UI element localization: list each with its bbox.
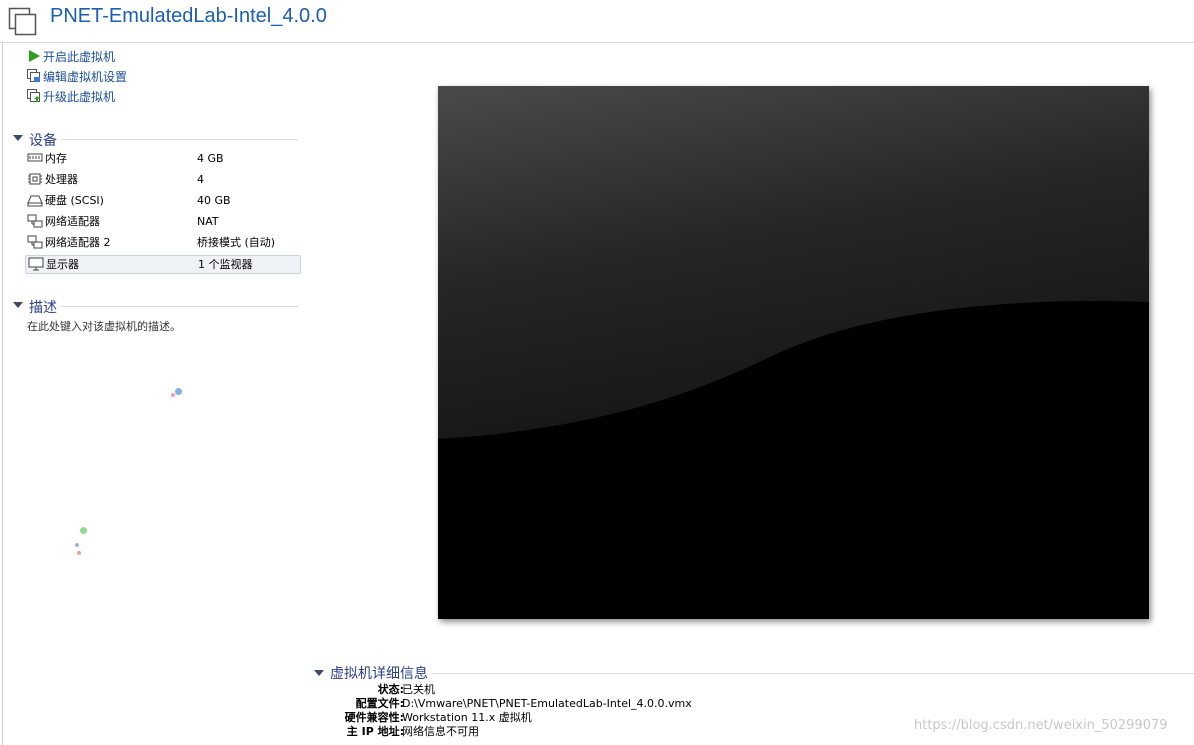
device-row-memory[interactable]: 内存 4 GB: [25, 149, 299, 168]
virtual-machine-icon: [8, 7, 37, 36]
device-value: 4 GB: [197, 152, 224, 165]
device-row-network-adapter[interactable]: 网络适配器 NAT: [25, 212, 299, 231]
device-row-display[interactable]: 显示器 1 个监视器: [25, 255, 301, 274]
upgrade-icon: [27, 89, 40, 102]
description-title: 描述: [29, 297, 61, 317]
collapse-triangle-icon: [314, 670, 324, 676]
collapse-triangle-icon: [13, 302, 23, 308]
detail-value: Workstation 11.x 虚拟机: [402, 711, 532, 724]
divider: [29, 306, 298, 307]
detail-key: 状态:: [377, 683, 404, 696]
detail-value: D:\Vmware\PNET\PNET-EmulatedLab-Intel_4.…: [402, 697, 692, 710]
hard-disk-icon: [27, 195, 43, 207]
display-icon: [28, 257, 44, 271]
artifact-dot: [80, 527, 87, 534]
vm-title: PNET-EmulatedLab-Intel_4.0.0: [50, 5, 327, 27]
devices-section-header[interactable]: 设备: [13, 130, 298, 150]
device-value: 桥接模式 (自动): [197, 236, 276, 249]
divider: [29, 139, 298, 140]
device-name: 内存: [45, 152, 67, 165]
network-adapter-icon: [27, 214, 43, 228]
play-icon: [29, 50, 40, 62]
left-panel: 开启此虚拟机 编辑虚拟机设置 升级此虚拟机 设备 内存 4 GB 处理器 4 硬…: [2, 43, 305, 745]
upgrade-action[interactable]: 升级此虚拟机: [27, 88, 115, 106]
vm-screen-thumbnail[interactable]: [438, 86, 1149, 619]
edit-settings-label: 编辑虚拟机设置: [43, 70, 128, 84]
detail-key: 硬件兼容性:: [344, 711, 404, 724]
device-name: 显示器: [46, 258, 79, 271]
right-panel: 虚拟机详细信息 状态: 已关机 配置文件: D:\Vmware\PNET\PNE…: [304, 43, 1194, 745]
device-row-hard-disk[interactable]: 硬盘 (SCSI) 40 GB: [25, 191, 299, 210]
device-row-processor[interactable]: 处理器 4: [25, 170, 299, 189]
upgrade-label: 升级此虚拟机: [43, 90, 116, 104]
power-on-label: 开启此虚拟机: [43, 50, 116, 64]
network-adapter-icon: [27, 235, 43, 249]
detail-value: 网络信息不可用: [402, 725, 479, 738]
device-name: 网络适配器: [45, 215, 100, 228]
cpu-icon: [28, 173, 42, 185]
device-value: NAT: [197, 215, 219, 228]
devices-title: 设备: [29, 130, 61, 150]
vm-screen-graphic: [438, 86, 1149, 619]
vm-details-title: 虚拟机详细信息: [330, 663, 432, 683]
collapse-triangle-icon: [13, 135, 23, 141]
memory-icon: [27, 153, 43, 162]
description-section-header[interactable]: 描述: [13, 297, 298, 317]
artifact-dot: [77, 551, 81, 555]
artifact-dot: [171, 393, 175, 397]
power-on-action[interactable]: 开启此虚拟机: [27, 48, 115, 66]
divider: [330, 673, 1194, 674]
device-value: 4: [197, 173, 204, 186]
detail-row-config-file: 配置文件: D:\Vmware\PNET\PNET-EmulatedLab-In…: [304, 697, 1184, 711]
description-field[interactable]: 在此处键入对该虚拟机的描述。: [27, 318, 181, 334]
device-name: 处理器: [45, 173, 78, 186]
detail-row-status: 状态: 已关机: [304, 683, 1184, 697]
watermark: https://blog.csdn.net/weixin_50299079: [914, 718, 1168, 733]
detail-key: 主 IP 地址:: [346, 725, 404, 738]
device-value: 1 个监视器: [198, 258, 253, 271]
vm-summary-page: PNET-EmulatedLab-Intel_4.0.0 开启此虚拟机 编辑虚拟…: [0, 0, 1194, 745]
edit-settings-icon: [27, 69, 40, 82]
device-name: 硬盘 (SCSI): [45, 194, 104, 207]
device-value: 40 GB: [197, 194, 231, 207]
edit-settings-action[interactable]: 编辑虚拟机设置: [27, 68, 127, 86]
artifact-dot: [175, 388, 182, 395]
detail-key: 配置文件:: [355, 697, 404, 710]
device-name: 网络适配器 2: [45, 236, 111, 249]
detail-value: 已关机: [402, 683, 435, 696]
device-row-network-adapter-2[interactable]: 网络适配器 2 桥接模式 (自动): [25, 233, 299, 252]
artifact-dot: [75, 543, 79, 547]
header: PNET-EmulatedLab-Intel_4.0.0: [0, 0, 1194, 43]
vm-details-section-header[interactable]: 虚拟机详细信息: [314, 663, 1194, 683]
